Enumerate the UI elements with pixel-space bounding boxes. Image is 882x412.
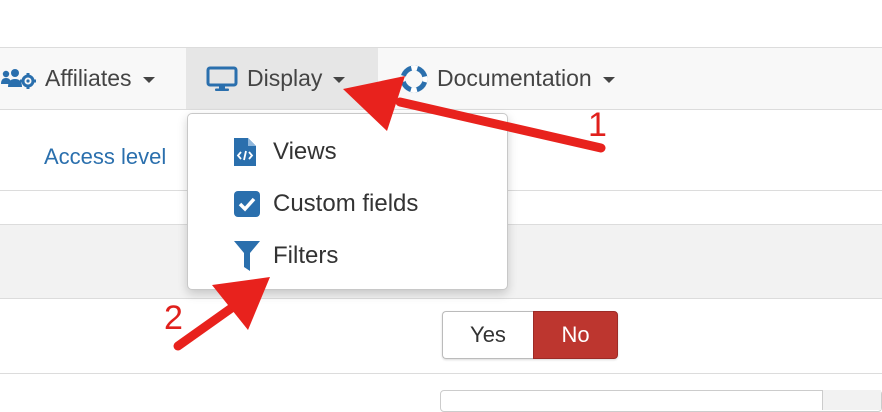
nav-documentation[interactable]: Documentation <box>400 48 615 109</box>
menu-item-views-label: Views <box>273 138 337 165</box>
no-button[interactable]: No <box>533 311 618 359</box>
menu-item-filters-label: Filters <box>273 242 339 269</box>
yes-button[interactable]: Yes <box>442 311 533 359</box>
users-cog-icon <box>0 68 36 90</box>
filter-icon <box>234 241 260 271</box>
nav-documentation-label: Documentation <box>437 65 592 91</box>
nav-display-label: Display <box>247 65 323 91</box>
nav-affiliates-label: Affiliates <box>45 65 132 91</box>
annotation-label-1: 1 <box>588 106 607 144</box>
select-field-addon[interactable] <box>822 390 881 410</box>
life-ring-icon <box>400 65 428 93</box>
file-code-icon <box>234 138 256 166</box>
nav-display[interactable]: Display <box>186 48 378 109</box>
select-field[interactable] <box>440 390 882 412</box>
main-navbar: Affiliates Display Documentation <box>0 48 882 110</box>
chevron-down-icon <box>602 77 615 83</box>
display-dropdown-menu: Views Custom fields Filters <box>187 113 508 290</box>
desktop-icon <box>206 66 238 92</box>
menu-item-custom-fields-label: Custom fields <box>273 190 419 217</box>
checkbox-icon <box>234 191 260 217</box>
chevron-down-icon <box>142 77 155 83</box>
yes-no-toggle: Yes No <box>442 311 618 359</box>
access-level-link[interactable]: Access level <box>44 144 166 170</box>
chevron-down-icon <box>333 77 346 83</box>
setting-row <box>0 299 882 374</box>
top-header <box>0 0 882 48</box>
menu-item-custom-fields[interactable]: Custom fields <box>188 180 507 228</box>
annotation-label-2: 2 <box>164 299 183 337</box>
menu-item-views[interactable]: Views <box>188 128 507 176</box>
menu-item-filters[interactable]: Filters <box>188 232 507 280</box>
nav-affiliates[interactable]: Affiliates <box>0 48 155 109</box>
